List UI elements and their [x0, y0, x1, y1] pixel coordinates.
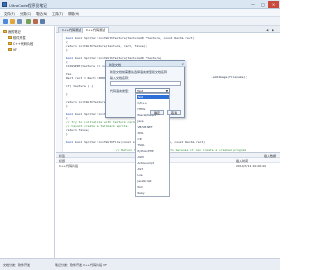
copy-icon[interactable]: [26, 19, 31, 24]
title-bar: UltraCode程序员笔记 — □ ×: [0, 0, 280, 9]
dropdown-option[interactable]: Actionscript: [138, 161, 155, 165]
menu-category[interactable]: 分类(C): [20, 11, 31, 16]
language-label: 代码语言类型：: [110, 88, 132, 93]
window-title: UltraCode程序员笔记: [9, 2, 47, 8]
toolbar: [0, 17, 280, 26]
new-icon[interactable]: [3, 19, 8, 24]
status-category: 文档分类：软件开发: [3, 262, 31, 267]
folder-icon: [8, 42, 12, 45]
code-line[interactable]: }: [66, 104, 68, 108]
menu-bar: 文件(F) 分类(C) 笔记(N) 工具(T) 帮助(H): [0, 9, 280, 17]
minimize-button[interactable]: —: [248, 1, 258, 8]
app-icon: [2, 2, 7, 7]
folder-icon: [8, 48, 12, 51]
dialog-close-icon[interactable]: ×: [181, 62, 184, 66]
cancel-button[interactable]: 取消: [167, 110, 181, 115]
inline-code-text: -addImage(filename);: [211, 75, 248, 79]
maximize-button[interactable]: □: [258, 1, 268, 8]
code-line[interactable]: bool bool Sprite::initWithTexture(Textur…: [66, 36, 194, 40]
paste-icon[interactable]: [33, 19, 38, 24]
dropdown-option[interactable]: JavaScript: [138, 179, 152, 183]
bottom-panel-result: 插入数据: [263, 153, 276, 158]
grid-cell-title: C++代码片段: [59, 163, 79, 168]
search-icon[interactable]: [40, 19, 45, 24]
dropdown-option[interactable]: Perl: [138, 185, 143, 189]
grid-cell-time: 2014/7/11 10:26:44: [236, 163, 266, 168]
dialog-titlebar: 新建文档 ×: [106, 61, 186, 67]
dropdown-option[interactable]: AS3: [138, 167, 143, 171]
folder-icon: [8, 36, 12, 39]
code-line[interactable]: }: [66, 132, 68, 136]
save-icon[interactable]: [17, 19, 22, 24]
tree-label: C++代码片段: [13, 42, 34, 46]
dropdown-option[interactable]: XML: [138, 131, 144, 135]
tab-next-icon[interactable]: ▶: [272, 28, 274, 32]
menu-help[interactable]: 帮助(H): [68, 11, 79, 16]
language-dropdown: Text C/C++ HTML Pascal/Delphi Java VB/VB…: [135, 93, 170, 197]
dropdown-option[interactable]: Ruby: [138, 191, 145, 195]
folder-icon: [3, 30, 7, 33]
status-note-category: 笔记分类：软件开发 C++代码片段 VF: [55, 262, 107, 267]
menu-file[interactable]: 文件(F): [4, 11, 15, 16]
dialog-hint: 新建文档前需要先选择语言类型和文档名称: [110, 70, 168, 74]
status-bar: 文档分类：软件开发 笔记分类：软件开发 C++代码片段 VF: [0, 258, 280, 270]
dropdown-option[interactable]: Java: [138, 119, 144, 123]
tree-item[interactable]: 我的笔记: [3, 29, 21, 34]
grid-header-title: 标题: [59, 158, 66, 163]
tree-label: 我的笔记: [8, 30, 21, 34]
dropdown-option[interactable]: C/C++: [138, 101, 148, 105]
close-button[interactable]: ×: [268, 1, 279, 8]
dropdown-option[interactable]: ASM: [138, 155, 144, 159]
code-line[interactable]: if( texture ) {: [66, 84, 93, 88]
tree-item[interactable]: C++代码片段: [8, 41, 33, 46]
new-document-dialog: 新建文档 × 新建文档前需要先选择语言类型和文档名称 输入文档名称： 代码语言类…: [105, 60, 186, 197]
dropdown-option[interactable]: TSQL: [138, 143, 145, 147]
dropdown-option[interactable]: Python/PHP: [138, 149, 154, 153]
tabs: C++代码测试 C++代码测试 ◀ ▶: [56, 26, 280, 33]
dropdown-option[interactable]: HTML: [138, 107, 146, 111]
code-line[interactable]: Rect rect = Rect::ZERO;: [66, 76, 108, 80]
dropdown-option[interactable]: Text: [136, 95, 169, 99]
tree-item[interactable]: VF: [8, 47, 17, 52]
dropdown-option[interactable]: C#: [138, 137, 142, 141]
tab-prev-icon[interactable]: ◀: [266, 28, 268, 32]
open-icon[interactable]: [10, 19, 15, 24]
ok-button[interactable]: 确定: [150, 110, 164, 115]
bottom-panel-tag: 标签: [59, 153, 66, 158]
code-line[interactable]: }: [66, 92, 68, 96]
grid-header-time: 插入时间: [236, 158, 249, 163]
sidebar: 我的笔记 软件开发 C++代码片段 VF: [0, 26, 55, 258]
menu-note[interactable]: 笔记(N): [36, 11, 47, 16]
document-name-input[interactable]: [110, 81, 181, 86]
dropdown-option[interactable]: VB/VB.NET: [138, 125, 153, 129]
code-line[interactable]: }: [66, 48, 68, 52]
tree-label: VF: [13, 47, 18, 52]
tab-c-code-test-active[interactable]: C++代码测试: [82, 27, 110, 33]
code-line[interactable]: return initWithTexture(texture, rect, fa…: [66, 44, 147, 48]
tree-item[interactable]: 软件开发: [8, 35, 26, 40]
dialog-name-label: 输入文档名称：: [110, 76, 132, 80]
menu-tools[interactable]: 工具(T): [52, 11, 63, 16]
code-line[interactable]: return false;: [66, 128, 89, 132]
tree-label: 软件开发: [13, 36, 26, 40]
dialog-title: 新建文档: [109, 62, 122, 67]
dropdown-option[interactable]: Lua: [138, 173, 143, 177]
